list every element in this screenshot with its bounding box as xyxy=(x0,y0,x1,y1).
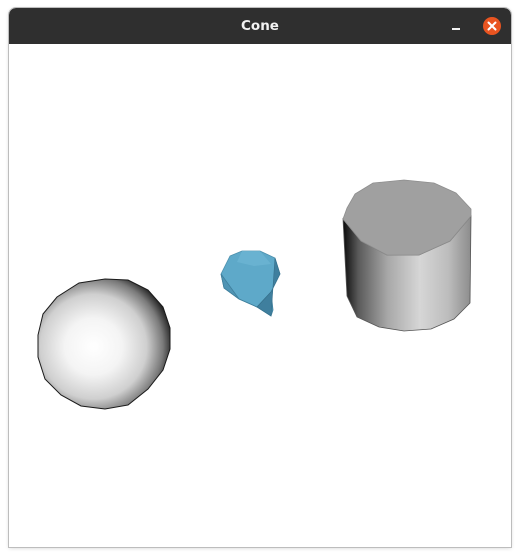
close-icon xyxy=(487,21,497,31)
cone-object xyxy=(220,250,281,317)
title-bar[interactable]: Cone xyxy=(9,8,511,44)
minimize-button[interactable] xyxy=(447,17,465,35)
sphere-object xyxy=(37,278,171,410)
cylinder-object xyxy=(342,179,472,332)
minimize-icon xyxy=(452,28,460,30)
render-viewport[interactable] xyxy=(9,44,511,547)
window-title: Cone xyxy=(241,18,279,34)
scene-canvas xyxy=(37,179,472,410)
app-window: Cone xyxy=(9,8,511,547)
close-button[interactable] xyxy=(483,17,501,35)
sphere-mesh xyxy=(37,278,171,410)
